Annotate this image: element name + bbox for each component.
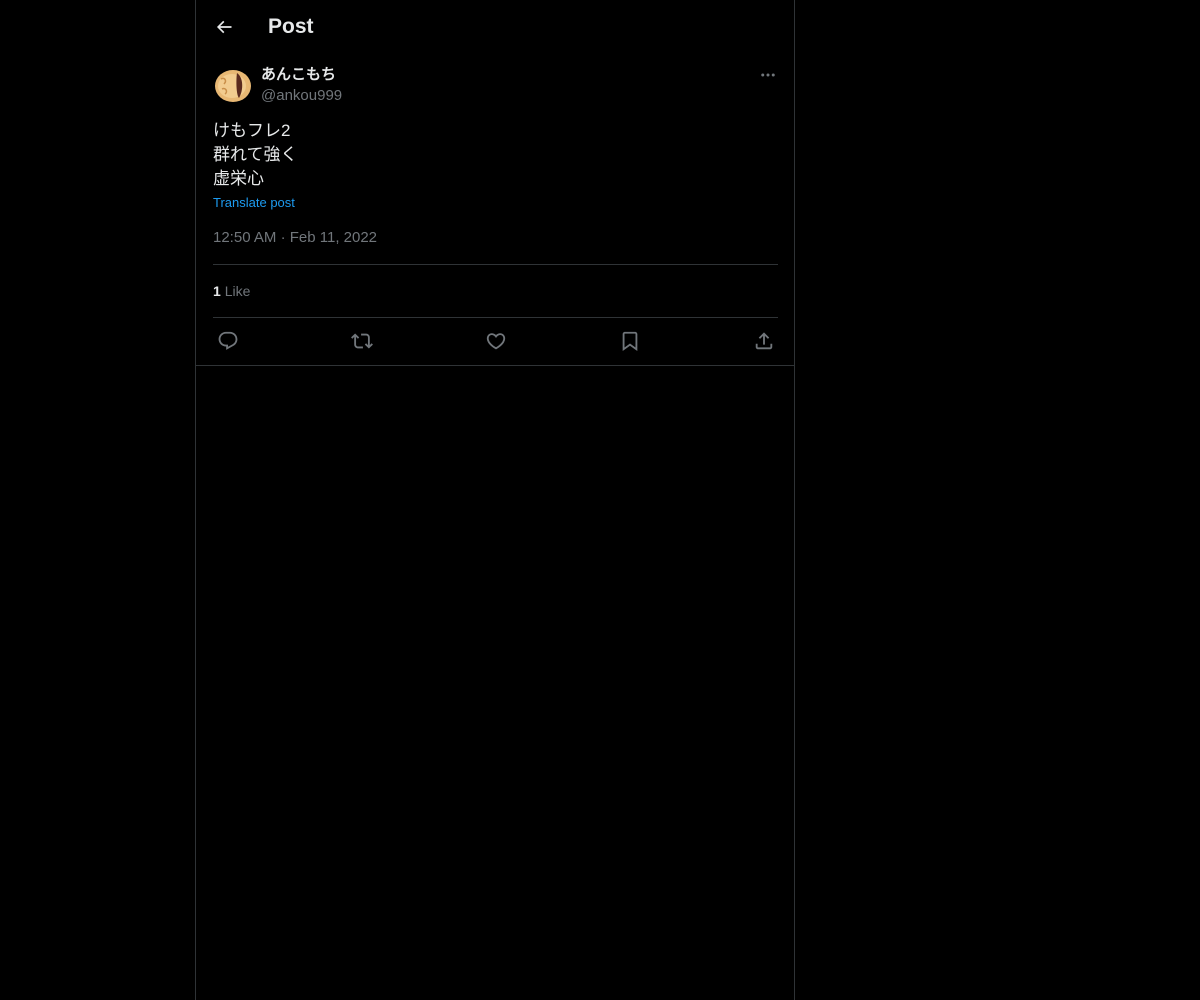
- post-bottom-border: [196, 365, 794, 366]
- author-display-name[interactable]: あんこもち: [261, 65, 336, 85]
- post-column: Post あんこもち @ankou999 けもフレ2 群れて強く 虚栄心 Tra…: [195, 0, 795, 1000]
- timestamp-separator: ·: [280, 229, 286, 246]
- more-options-button[interactable]: [756, 64, 780, 86]
- page-title: Post: [268, 15, 314, 38]
- post-time: 12:50 AM: [213, 229, 277, 246]
- divider: [213, 317, 778, 318]
- reply-button[interactable]: [216, 329, 240, 353]
- bookmark-icon: [622, 331, 638, 352]
- post-date: Feb 11, 2022: [289, 229, 378, 246]
- avatar[interactable]: [213, 65, 253, 105]
- repost-button[interactable]: [350, 329, 374, 353]
- like-count-label: Like: [224, 283, 251, 299]
- back-button[interactable]: [208, 11, 240, 43]
- taiyaki-avatar: [215, 70, 251, 102]
- post-timestamp[interactable]: 12:50 AM · Feb 11, 2022: [213, 228, 377, 248]
- post-text-line: けもフレ2: [213, 121, 291, 140]
- reply-icon: [218, 331, 238, 350]
- share-button[interactable]: [752, 329, 776, 353]
- like-button[interactable]: [484, 329, 508, 353]
- page-header: Post: [196, 0, 794, 54]
- author-handle[interactable]: @ankou999: [261, 86, 342, 106]
- divider: [213, 264, 778, 265]
- post-text: けもフレ2 群れて強く 虚栄心: [213, 119, 298, 191]
- post-text-line: 虚栄心: [213, 169, 264, 188]
- bookmark-button[interactable]: [618, 329, 642, 353]
- like-icon: [486, 333, 506, 350]
- like-count-link[interactable]: 1 Like: [213, 281, 250, 301]
- like-count: 1: [213, 283, 221, 299]
- more-horizontal-icon: [761, 73, 775, 77]
- repost-icon: [351, 333, 373, 349]
- share-icon: [755, 332, 773, 350]
- arrow-left-icon: [216, 20, 232, 34]
- post-text-line: 群れて強く: [213, 145, 298, 164]
- translate-post-link[interactable]: Translate post: [213, 194, 295, 212]
